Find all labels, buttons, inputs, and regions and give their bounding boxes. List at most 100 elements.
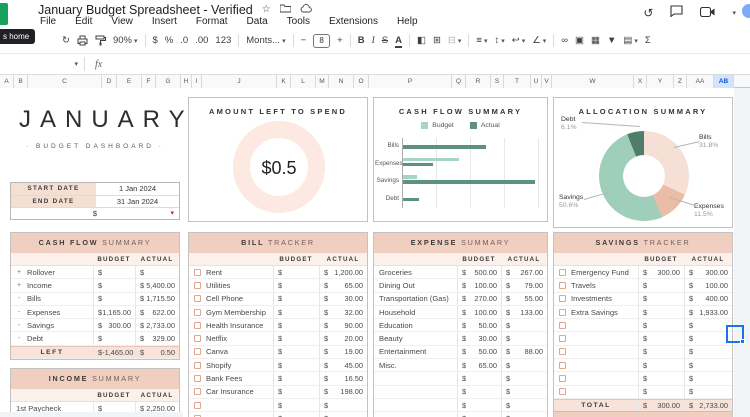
money-cell[interactable]: $ (501, 399, 547, 411)
money-cell[interactable]: $ (457, 386, 501, 398)
checkbox[interactable] (559, 388, 566, 395)
column-header-H[interactable]: H (181, 75, 192, 88)
row-label-cell[interactable]: Transportation (Gas) (374, 293, 457, 305)
money-cell[interactable]: $ (273, 346, 319, 358)
money-cell[interactable]: $0.50 (135, 347, 179, 358)
money-cell[interactable]: $ (273, 266, 319, 278)
row-label-cell[interactable]: Travels (554, 279, 638, 291)
money-cell[interactable]: $ (273, 412, 319, 417)
menu-edit[interactable]: Edit (73, 15, 94, 28)
column-header-AB[interactable]: AB (714, 75, 734, 88)
row-label-cell[interactable]: Netflix (189, 332, 273, 344)
money-cell[interactable]: $50.00 (457, 319, 501, 331)
money-cell[interactable]: $300.00 (684, 266, 732, 278)
checkbox[interactable] (194, 388, 201, 395)
money-cell[interactable]: $400.00 (684, 293, 732, 305)
meet-camera-icon[interactable] (700, 6, 715, 20)
redo-icon[interactable]: ↻ (62, 35, 70, 46)
money-cell[interactable]: $ (638, 279, 684, 291)
row-label-cell[interactable] (189, 412, 273, 417)
row-label-cell[interactable]: Misc. (374, 359, 457, 371)
money-cell[interactable]: $ (273, 359, 319, 371)
checkbox[interactable] (194, 322, 201, 329)
row-label-cell[interactable] (374, 372, 457, 384)
money-cell[interactable]: $ (93, 293, 135, 305)
money-cell[interactable]: $16.50 (319, 372, 367, 384)
cash-flow-chart[interactable]: CASH FLOW SUMMARY Budget Actual BillsExp… (373, 97, 548, 222)
money-cell[interactable]: $133.00 (501, 306, 547, 318)
column-header-AA[interactable]: AA (687, 75, 714, 88)
money-cell[interactable]: $90.00 (319, 319, 367, 331)
row-label-cell[interactable]: -Savings (11, 319, 93, 331)
checkbox[interactable] (559, 362, 566, 369)
checkbox[interactable] (194, 348, 201, 355)
zoom-select[interactable]: 90% ▾ (113, 35, 138, 46)
money-cell[interactable]: $ (273, 306, 319, 318)
column-header-B[interactable]: B (14, 75, 28, 88)
money-cell[interactable]: $100.00 (457, 306, 501, 318)
row-label-cell[interactable]: Groceries (374, 266, 457, 278)
column-header-E[interactable]: E (117, 75, 142, 88)
merge-cells-icon[interactable]: ⊟ ▾ (448, 35, 461, 46)
money-cell[interactable]: $ (319, 399, 367, 411)
row-label-cell[interactable]: -Bills (11, 293, 93, 305)
row-label-cell[interactable]: Bank Fees (189, 372, 273, 384)
money-cell[interactable]: $ (273, 372, 319, 384)
column-header-X[interactable]: X (634, 75, 647, 88)
money-cell[interactable]: $ (638, 293, 684, 305)
column-header-Q[interactable]: Q (452, 75, 466, 88)
money-cell[interactable]: $19.00 (319, 346, 367, 358)
column-header-I[interactable]: I (192, 75, 202, 88)
column-header-J[interactable]: J (202, 75, 277, 88)
checkbox[interactable] (559, 375, 566, 382)
row-label-cell[interactable]: -Debt (11, 332, 93, 344)
column-header-K[interactable]: K (277, 75, 291, 88)
filter-icon[interactable]: ▼ (607, 35, 616, 46)
money-cell[interactable]: $ (93, 332, 135, 344)
checkbox[interactable] (194, 309, 201, 316)
column-header-A[interactable]: A (0, 75, 14, 88)
money-cell[interactable]: $65.00 (319, 279, 367, 291)
fill-color-icon[interactable]: ◧ (417, 35, 426, 46)
checkbox[interactable] (194, 362, 201, 369)
row-label-cell[interactable] (554, 372, 638, 384)
money-cell[interactable]: $65.00 (457, 359, 501, 371)
row-label-cell[interactable]: Dining Out (374, 279, 457, 291)
menu-data[interactable]: Data (245, 15, 270, 28)
money-cell[interactable]: $ (638, 319, 684, 331)
money-cell[interactable]: $ (273, 279, 319, 291)
amount-left-chart[interactable]: AMOUNT LEFT TO SPEND $0.5 (188, 97, 368, 222)
row-label-cell[interactable]: Cell Phone (189, 293, 273, 305)
column-header-S[interactable]: S (491, 75, 504, 88)
money-cell[interactable]: $ (638, 306, 684, 318)
font-select[interactable]: Monts... ▾ (246, 35, 285, 46)
row-label-cell[interactable]: Canva (189, 346, 273, 358)
row-label-cell[interactable]: Shopify (189, 359, 273, 371)
money-cell[interactable]: $ (501, 359, 547, 371)
horizontal-align-icon[interactable]: ≡ ▾ (476, 35, 487, 46)
column-header-M[interactable]: M (316, 75, 329, 88)
row-label-cell[interactable]: +Rollover (11, 266, 93, 278)
selected-cell[interactable] (726, 325, 744, 343)
money-cell[interactable]: $ (273, 293, 319, 305)
row-label-cell[interactable] (374, 399, 457, 411)
money-cell[interactable]: $ (273, 332, 319, 344)
font-size-input[interactable]: 8 (313, 34, 330, 48)
money-cell[interactable]: $ (638, 332, 684, 344)
decrease-font-size-button[interactable]: − (301, 35, 307, 46)
money-cell[interactable]: $ (684, 346, 732, 358)
money-cell[interactable]: $ (273, 399, 319, 411)
currency-selector[interactable]: $ ▾ (11, 207, 179, 219)
money-cell[interactable]: $ (501, 386, 547, 398)
table-views-icon[interactable]: ▤ ▾ (623, 35, 638, 46)
row-label-cell[interactable]: +Income (11, 279, 93, 291)
money-cell[interactable]: $ (684, 319, 732, 331)
money-cell[interactable]: $1,165.00 (93, 306, 135, 318)
money-cell[interactable]: $100.00 (457, 279, 501, 291)
row-label-cell[interactable]: Beauty (374, 332, 457, 344)
start-date-value[interactable]: 1 Jan 2024 (96, 183, 179, 195)
money-cell[interactable]: $ (273, 386, 319, 398)
money-cell[interactable]: $5,400.00 (135, 279, 179, 291)
checkbox[interactable] (194, 295, 201, 302)
meet-caret-icon[interactable]: ▾ (732, 9, 736, 17)
